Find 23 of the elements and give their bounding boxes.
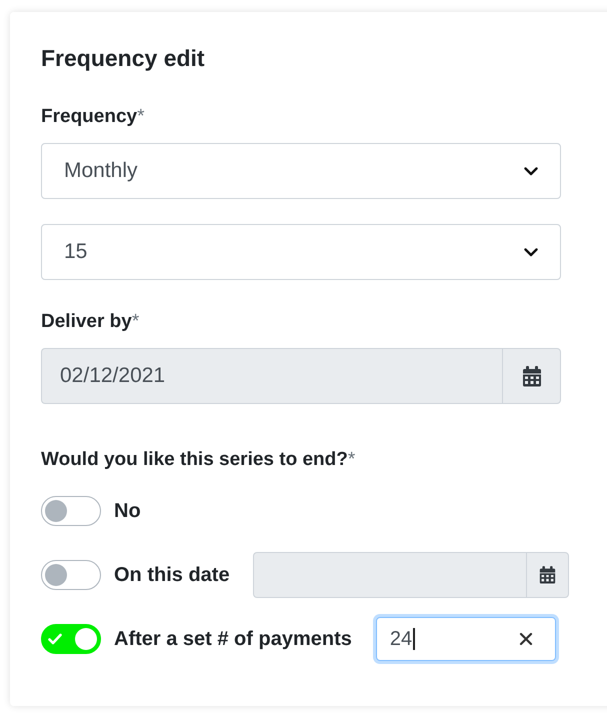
required-mark: * xyxy=(348,449,356,470)
calendar-button[interactable] xyxy=(526,552,569,598)
dropdown[interactable]: 15 xyxy=(41,224,561,280)
option-label: After a set # of payments xyxy=(114,628,352,650)
option-label: On this date xyxy=(114,564,230,586)
clear-icon[interactable] xyxy=(518,632,533,646)
field-label: Deliver by xyxy=(41,311,132,332)
calendar-icon xyxy=(522,366,542,386)
calendar-icon xyxy=(538,566,556,584)
toggle-switch[interactable] xyxy=(41,624,101,654)
field-label: Frequency xyxy=(41,106,138,127)
dropdown[interactable]: Monthly xyxy=(41,143,561,199)
number-field[interactable]: 24 xyxy=(376,617,556,661)
required-mark: * xyxy=(132,311,140,332)
form-title: Frequency edit xyxy=(41,44,206,73)
toggle-switch[interactable] xyxy=(41,496,101,526)
check-icon xyxy=(48,633,62,645)
required-mark: * xyxy=(137,106,144,127)
chevron-down-icon xyxy=(524,248,538,256)
option-label: No xyxy=(114,500,141,522)
question-label: Would you like this series to end? xyxy=(41,449,348,470)
calendar-button[interactable] xyxy=(502,348,561,404)
chevron-down-icon xyxy=(524,166,538,176)
